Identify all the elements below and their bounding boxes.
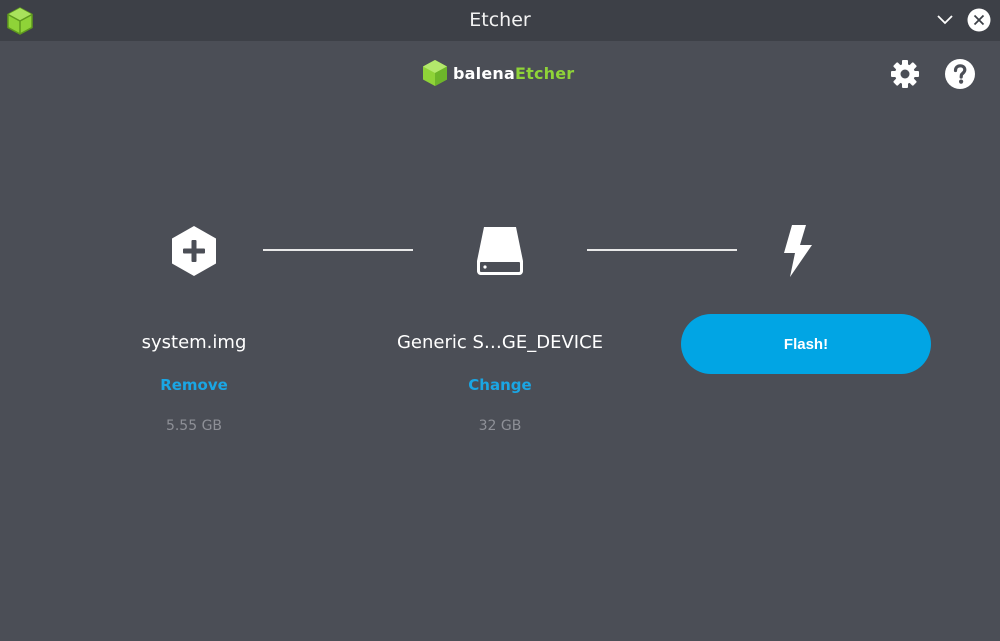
step-connector-1 — [263, 249, 413, 251]
chevron-down-icon[interactable] — [934, 10, 956, 30]
question-circle-icon[interactable] — [944, 58, 976, 90]
window-title: Etcher — [469, 9, 531, 31]
brand-logo: balena Etcher — [422, 59, 574, 87]
flash-button[interactable]: Flash! — [681, 314, 931, 374]
drive-size: 32 GB — [478, 418, 522, 434]
title-bar[interactable]: Etcher — [0, 0, 1000, 41]
lightning-icon — [784, 225, 812, 277]
drive-name: Generic S…GE_DEVICE — [396, 332, 604, 353]
gear-icon[interactable] — [889, 58, 921, 90]
image-file-name: system.img — [141, 332, 247, 353]
image-size: 5.55 GB — [165, 418, 223, 434]
close-icon[interactable] — [967, 8, 991, 32]
plus-hexagon-icon[interactable] — [166, 223, 222, 279]
brand-name-etcher: Etcher — [514, 63, 575, 83]
brand-name-balena: balena — [453, 63, 515, 83]
drive-icon[interactable] — [472, 223, 528, 279]
remove-image-link[interactable]: Remove — [94, 376, 294, 394]
step-connector-2 — [587, 249, 737, 251]
balena-cube-icon — [423, 60, 447, 86]
etcher-window: Etcher balena Etcher system.img Remove 5… — [0, 0, 1000, 641]
change-drive-link[interactable]: Change — [400, 376, 600, 394]
